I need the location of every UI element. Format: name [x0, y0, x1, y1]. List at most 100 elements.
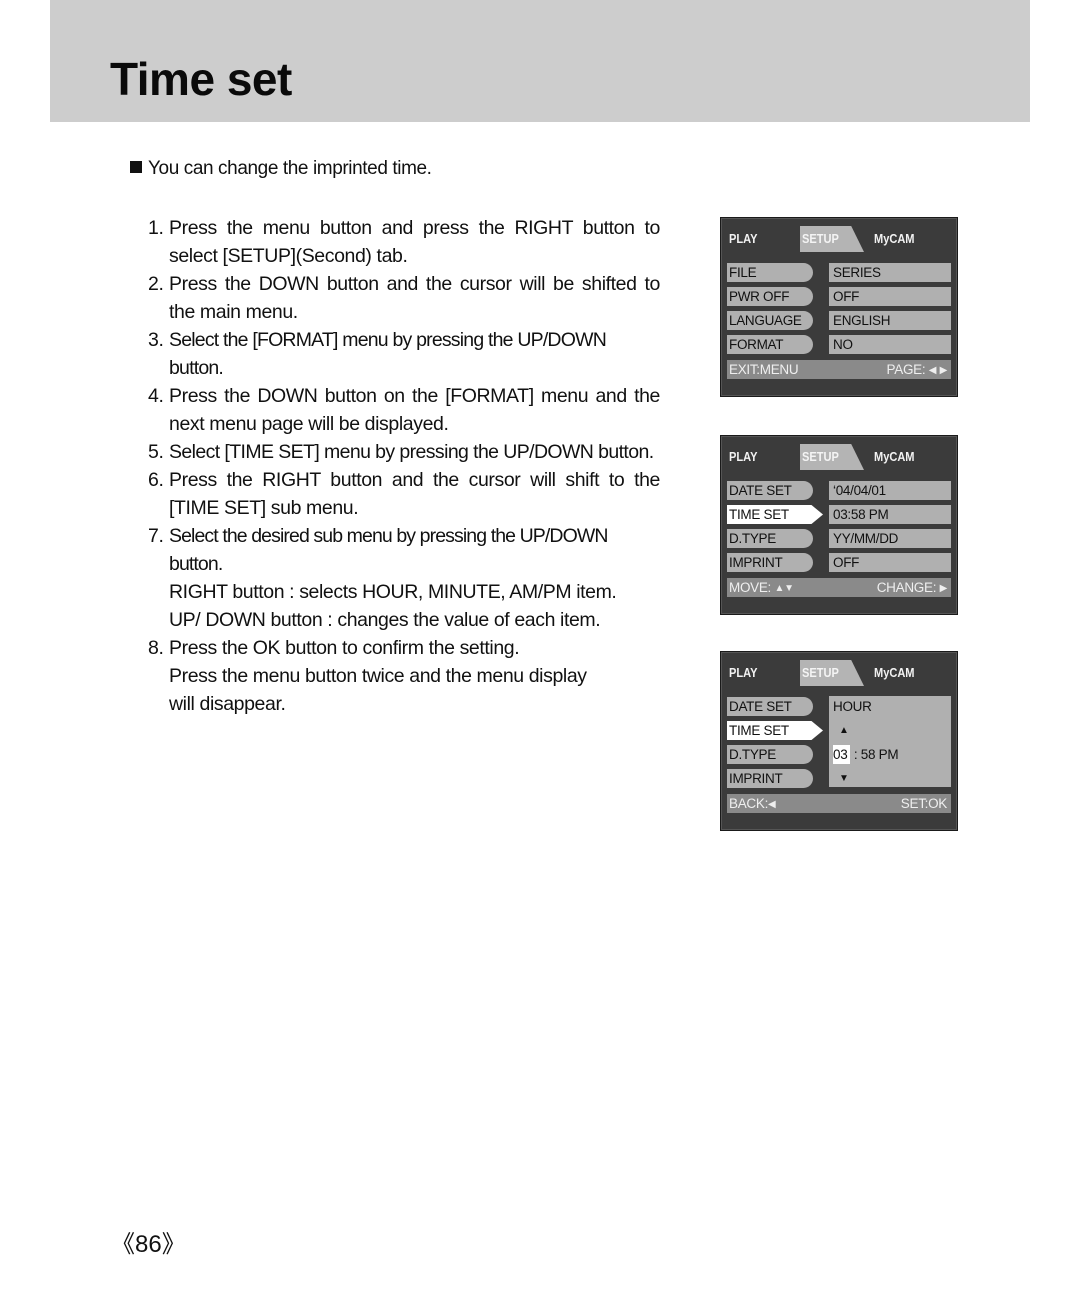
- menu-row-selected[interactable]: TIME SET 03:58 PM: [727, 504, 951, 528]
- tab-mycam[interactable]: MyCAM: [874, 444, 915, 470]
- step-text: Press the RIGHT button and the cursor wi…: [169, 469, 660, 519]
- up-arrow-icon: ▲: [774, 583, 785, 594]
- footer-left: MOVE: ▲▼: [729, 578, 794, 598]
- screen-footer: EXIT:MENU PAGE: ◀ ▶: [727, 360, 951, 379]
- menu-label: IMPRINT: [727, 553, 813, 572]
- tab-mycam[interactable]: MyCAM: [874, 660, 915, 686]
- footer-left-label: BACK:: [729, 796, 769, 811]
- menu-row[interactable]: FILE SERIES: [727, 262, 951, 286]
- menu-label: TIME SET: [727, 721, 823, 740]
- right-arrow-icon: ▶: [939, 365, 948, 376]
- menu-row[interactable]: IMPRINT OFF: [727, 552, 951, 576]
- camera-screen-setup-page1: PLAY SETUP MyCAM FILE SERIES PWR OFF OFF L…: [720, 217, 958, 397]
- footer-left: BACK:◀: [729, 794, 776, 814]
- footer-right: SET:OK: [900, 796, 948, 811]
- camera-screen-time-set: PLAY SETUP MyCAM DATE SET TIME SET D.TYP…: [720, 651, 958, 831]
- step-item: 6. Press the RIGHT button and the cursor …: [148, 466, 660, 522]
- tab-play[interactable]: PLAY: [729, 660, 757, 686]
- menu-rows: DATE SET TIME SET D.TYPE IMPRINT HOUR ▲ …: [727, 696, 951, 792]
- menu-tabs: PLAY SETUP MyCAM: [721, 444, 957, 470]
- tab-play[interactable]: PLAY: [729, 226, 757, 252]
- menu-value: SERIES: [829, 263, 951, 282]
- step-number: 3.: [148, 329, 164, 351]
- square-bullet-icon: [130, 161, 142, 173]
- menu-rows: FILE SERIES PWR OFF OFF LANGUAGE ENGLISH FO…: [727, 262, 951, 358]
- tab-setup[interactable]: SETUP: [802, 660, 839, 686]
- down-arrow-icon[interactable]: ▼: [839, 769, 849, 788]
- step-text: Press the menu button and press the RIGH…: [169, 217, 660, 267]
- menu-tabs: PLAY SETUP MyCAM: [721, 660, 957, 686]
- footer-right-label: CHANGE:: [876, 580, 937, 595]
- page-title: Time set: [110, 53, 292, 105]
- step-number: 7.: [148, 525, 164, 547]
- menu-value: NO: [829, 335, 951, 354]
- step-number: 6.: [148, 469, 164, 491]
- step-detail: UP/ DOWN button : changes the value of e…: [169, 609, 601, 631]
- menu-label: PWR OFF: [727, 287, 813, 306]
- tab-play[interactable]: PLAY: [729, 444, 757, 470]
- footer-right: CHANGE: ▶: [876, 578, 948, 598]
- menu-row[interactable]: FORMAT NO: [727, 334, 951, 358]
- step-number: 2.: [148, 273, 164, 295]
- menu-label: DATE SET: [727, 697, 813, 716]
- hour-field[interactable]: 03: [833, 745, 851, 764]
- tab-setup[interactable]: SETUP: [802, 226, 839, 252]
- step-text: Press the OK button to confirm the setti…: [169, 637, 520, 659]
- intro-text: You can change the imprinted time.: [148, 158, 432, 179]
- step-number: 5.: [148, 441, 164, 463]
- menu-value: OFF: [829, 553, 951, 572]
- menu-value: ENGLISH: [829, 311, 951, 330]
- step-text: Select [TIME SET] menu by pressing the U…: [169, 441, 654, 463]
- step-item: 5. Select [TIME SET] menu by pressing the…: [148, 438, 660, 466]
- step-item: 4. Press the DOWN button on the [FORMAT] …: [148, 382, 660, 438]
- step-item: 3. Select the [FORMAT] menu by pressing t…: [148, 326, 660, 382]
- time-value: 03 : 58 PM: [833, 745, 899, 764]
- screen-footer: BACK:◀ SET:OK: [727, 794, 951, 813]
- menu-label: LANGUAGE: [727, 311, 813, 330]
- menu-row[interactable]: DATE SET ‘04/04/01: [727, 480, 951, 504]
- left-arrow-icon: ◀: [768, 799, 776, 810]
- header-band: Time set: [50, 0, 1030, 122]
- left-arrow-icon: ◀: [928, 365, 937, 376]
- menu-value: OFF: [829, 287, 951, 306]
- time-set-submenu: HOUR ▲ 03 : 58 PM ▼: [829, 696, 951, 787]
- step-item: 2. Press the DOWN button and the cursor w…: [148, 270, 660, 326]
- camera-screen-setup-page2: PLAY SETUP MyCAM DATE SET ‘04/04/01 TIME …: [720, 435, 958, 615]
- menu-label: DATE SET: [727, 481, 813, 500]
- step-number: 1.: [148, 217, 164, 239]
- menu-label: D.TYPE: [727, 529, 813, 548]
- page-number: 《86》: [111, 1231, 186, 1258]
- step-detail: Press the menu button twice and the menu…: [169, 665, 587, 715]
- step-item: 8. Press the OK button to confirm the se…: [148, 634, 660, 718]
- menu-row[interactable]: PWR OFF OFF: [727, 286, 951, 310]
- menu-label: IMPRINT: [727, 769, 813, 788]
- menu-label: TIME SET: [727, 505, 823, 524]
- step-text: Press the DOWN button and the cursor wil…: [169, 273, 660, 323]
- step-item: 1. Press the menu button and press the RI…: [148, 214, 660, 270]
- footer-right: PAGE: ◀ ▶: [886, 360, 948, 380]
- intro-note: You can change the imprinted time.: [130, 158, 432, 180]
- step-item: 7. Select the desired sub menu by pressi…: [148, 522, 660, 634]
- menu-label: D.TYPE: [727, 745, 813, 764]
- footer-right-label: PAGE:: [886, 362, 926, 377]
- menu-rows: DATE SET ‘04/04/01 TIME SET 03:58 PM D.TYP…: [727, 480, 951, 576]
- minute-ampm[interactable]: 58 PM: [861, 747, 899, 762]
- submenu-title: HOUR: [833, 699, 872, 714]
- menu-label: FORMAT: [727, 335, 813, 354]
- menu-label: FILE: [727, 263, 813, 282]
- footer-left-label: MOVE:: [729, 580, 772, 595]
- up-arrow-icon[interactable]: ▲: [839, 721, 849, 740]
- menu-row[interactable]: D.TYPE YY/MM/DD: [727, 528, 951, 552]
- time-separator: :: [850, 747, 861, 762]
- step-text: Select the desired sub menu by pressing …: [169, 525, 608, 575]
- menu-value: 03:58 PM: [829, 505, 951, 524]
- menu-value: ‘04/04/01: [829, 481, 951, 500]
- step-number: 4.: [148, 385, 164, 407]
- tab-setup[interactable]: SETUP: [802, 444, 839, 470]
- footer-left: EXIT:MENU: [729, 362, 799, 377]
- tab-mycam[interactable]: MyCAM: [874, 226, 915, 252]
- menu-value: YY/MM/DD: [829, 529, 951, 548]
- down-arrow-icon: ▼: [784, 583, 794, 594]
- right-arrow-icon: ▶: [939, 583, 948, 594]
- menu-row[interactable]: LANGUAGE ENGLISH: [727, 310, 951, 334]
